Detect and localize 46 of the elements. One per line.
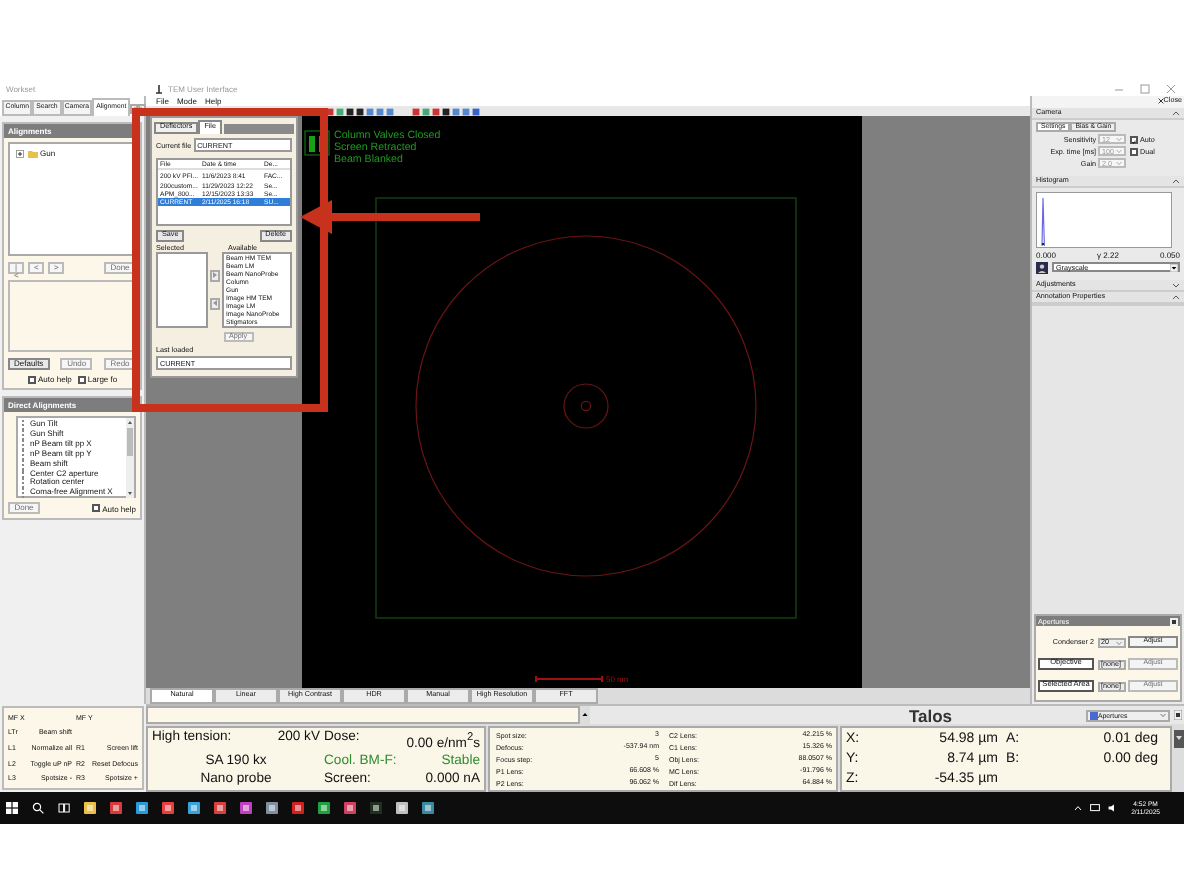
- app-icon: [154, 83, 164, 93]
- app-icon[interactable]: [318, 802, 330, 814]
- network-icon[interactable]: [1089, 804, 1100, 812]
- app-icon[interactable]: [370, 802, 382, 814]
- status-indicator-icon: [304, 130, 330, 156]
- minimize-icon: [1114, 83, 1124, 93]
- search-icon[interactable]: [32, 802, 44, 814]
- app-icon[interactable]: [292, 802, 304, 814]
- app-icon[interactable]: [136, 802, 148, 814]
- palette-icon: [1036, 261, 1048, 274]
- help-text-area: [8, 280, 136, 352]
- app-icon[interactable]: [344, 802, 356, 814]
- close-icon: [1166, 83, 1176, 93]
- square-icon: [1090, 711, 1098, 719]
- caret-icon: [1170, 263, 1178, 272]
- scrollbar: [126, 418, 134, 498]
- command-field[interactable]: [146, 706, 580, 724]
- app-icon[interactable]: [214, 802, 226, 814]
- pin-icon: [1170, 617, 1178, 625]
- checkbox[interactable]: [1130, 147, 1138, 156]
- folder-icon: [27, 149, 37, 157]
- app-icon[interactable]: [110, 802, 122, 814]
- app-icon[interactable]: [162, 802, 174, 814]
- maximize-icon: [1140, 83, 1150, 93]
- speaker-icon[interactable]: [1107, 804, 1118, 812]
- app-icon[interactable]: [396, 802, 408, 814]
- app-icon[interactable]: [240, 802, 252, 814]
- caret-icon: [1115, 639, 1121, 645]
- app-icon[interactable]: [422, 802, 434, 814]
- checkbox[interactable]: [1130, 135, 1138, 144]
- scale-bar: [535, 675, 603, 683]
- selected-list: [156, 251, 208, 327]
- collapse-button[interactable]: [1174, 730, 1184, 748]
- checkbox[interactable]: [28, 375, 36, 383]
- task-view-icon[interactable]: [58, 802, 70, 814]
- move-right-button[interactable]: [210, 269, 220, 281]
- windows-logo-icon[interactable]: [6, 802, 18, 814]
- checkbox[interactable]: [77, 375, 86, 383]
- app-icon[interactable]: [188, 802, 200, 814]
- panel-title: Talos: [908, 705, 953, 725]
- move-left-button[interactable]: [210, 297, 220, 309]
- histogram-drawing: [1036, 191, 1172, 248]
- chevron-up-icon[interactable]: [1073, 804, 1082, 812]
- caret-icon: [1160, 712, 1166, 718]
- app-icon[interactable]: [266, 802, 278, 814]
- checkbox[interactable]: [92, 504, 101, 512]
